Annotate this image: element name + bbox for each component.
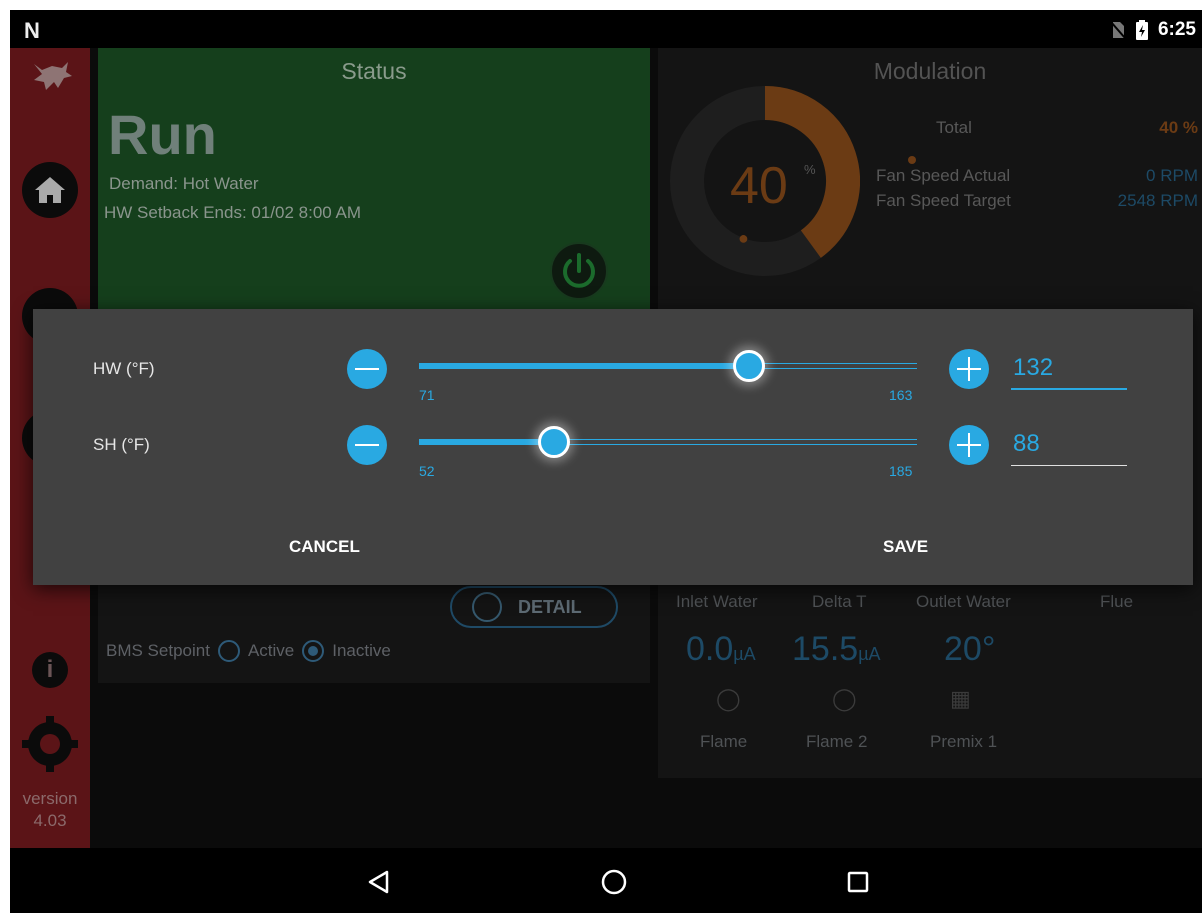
delta-t-label: Delta T: [812, 592, 867, 611]
power-icon: [563, 253, 595, 288]
power-button[interactable]: [550, 242, 608, 300]
bms-label: BMS Setpoint: [106, 641, 210, 660]
inactive-label: Inactive: [332, 641, 391, 660]
sh-label: SH (°F): [93, 435, 150, 454]
mod-row-fan-target: Fan Speed Target 2548 RPM: [876, 191, 1198, 211]
settings-gear-icon[interactable]: [20, 714, 80, 774]
hw-slider-thumb[interactable]: [733, 350, 766, 382]
inlet-water-value: 0.0µA: [686, 630, 756, 668]
modulation-title: Modulation: [873, 58, 987, 84]
gauge-detail-icon: [472, 592, 502, 622]
navigation-bar: [10, 848, 1202, 913]
modulation-panel: Modulation 40 % ● Total 40 % Fan Speed A…: [658, 48, 1202, 310]
gauge-value: 40: [730, 157, 788, 215]
sh-slider-fill: [419, 438, 554, 445]
sh-min-label: 52: [419, 463, 435, 479]
bms-setpoint-row: BMS Setpoint Active Inactive: [106, 640, 391, 662]
horse-logo-icon: [34, 62, 72, 90]
flame-label: Flame: [700, 732, 748, 751]
total-legend-dot: [908, 156, 916, 164]
notification-n-icon: N: [24, 18, 40, 43]
demand-text: Demand: Hot Water: [109, 174, 259, 193]
version-info: version 4.03: [10, 788, 90, 832]
flame-2-icon: ◯: [832, 686, 857, 711]
hw-slider-fill: [419, 362, 750, 369]
mod-row-total: Total 40 %: [876, 118, 1198, 138]
home-icon[interactable]: [22, 162, 78, 218]
status-panel: Status Run Demand: Hot Water HW Setback …: [98, 48, 650, 310]
sh-increase-button[interactable]: [949, 425, 989, 465]
active-radio[interactable]: [217, 640, 240, 662]
clock-text: 6:25: [1157, 19, 1196, 40]
hw-increase-button[interactable]: [949, 349, 989, 389]
inlet-water-label: Inlet Water: [676, 592, 758, 611]
setpoint-dialog: HW (°F) 71 163 132 SH (°F) 52 185 88 CAN…: [33, 309, 1193, 585]
hw-slider[interactable]: [419, 350, 917, 382]
detail-button[interactable]: DETAIL: [450, 586, 618, 628]
flame-icon: ●: [738, 228, 749, 248]
sh-slider-thumb[interactable]: [537, 426, 570, 458]
delta-t-value: 15.5µA: [792, 630, 881, 668]
premix-icon: ▦: [950, 686, 971, 711]
hw-max-label: 163: [889, 387, 913, 403]
sh-value-field[interactable]: 88: [1011, 430, 1127, 466]
flue-label: Flue: [1100, 592, 1134, 611]
hw-min-label: 71: [419, 387, 435, 403]
battery-charging-icon: [1135, 20, 1148, 40]
device-screen: N 6:25 i version 4.03 Status Run Demand:…: [10, 10, 1202, 913]
home-nav-icon[interactable]: [594, 862, 634, 902]
run-state-text: Run: [108, 103, 217, 166]
hw-label: HW (°F): [93, 359, 155, 378]
version-label: version: [22, 789, 78, 808]
flame-icon: ◯: [716, 686, 741, 711]
info-icon[interactable]: i: [32, 652, 68, 688]
detail-label: DETAIL: [518, 596, 582, 617]
mod-row-label: Total: [936, 118, 972, 137]
premix-label: Premix 1: [930, 732, 998, 751]
mod-row-value: 0 RPM: [1146, 166, 1198, 185]
sh-slider[interactable]: [419, 426, 917, 458]
status-bar: N 6:25: [10, 10, 1202, 48]
save-button[interactable]: SAVE: [883, 537, 928, 557]
setback-text: HW Setback Ends: 01/02 8:00 AM: [104, 203, 362, 222]
hw-value-field[interactable]: 132: [1011, 354, 1127, 390]
mod-row-label: Fan Speed Actual: [876, 166, 1011, 185]
mod-row-value: 40 %: [1159, 118, 1198, 137]
active-label: Active: [247, 641, 295, 660]
hw-decrease-button[interactable]: [347, 349, 387, 389]
no-sim-icon: [1110, 21, 1126, 39]
back-icon[interactable]: [358, 862, 398, 902]
inactive-radio[interactable]: [302, 640, 325, 662]
mod-row-fan-actual: Fan Speed Actual 0 RPM: [876, 166, 1198, 186]
status-bar-right: 6:25: [1110, 19, 1196, 41]
gauge-unit: %: [804, 162, 816, 177]
mod-row-value: 2548 RPM: [1117, 191, 1198, 210]
sh-max-label: 185: [889, 463, 913, 479]
status-title: Status: [341, 58, 407, 84]
version-number: 4.03: [33, 811, 67, 830]
outlet-water-value: 20°: [944, 630, 996, 668]
sh-decrease-button[interactable]: [347, 425, 387, 465]
recents-icon[interactable]: [838, 862, 878, 902]
mod-row-label: Fan Speed Target: [876, 191, 1011, 210]
flame-2-label: Flame 2: [806, 732, 868, 751]
outlet-water-label: Outlet Water: [916, 592, 1011, 611]
cancel-button[interactable]: CANCEL: [289, 537, 360, 557]
